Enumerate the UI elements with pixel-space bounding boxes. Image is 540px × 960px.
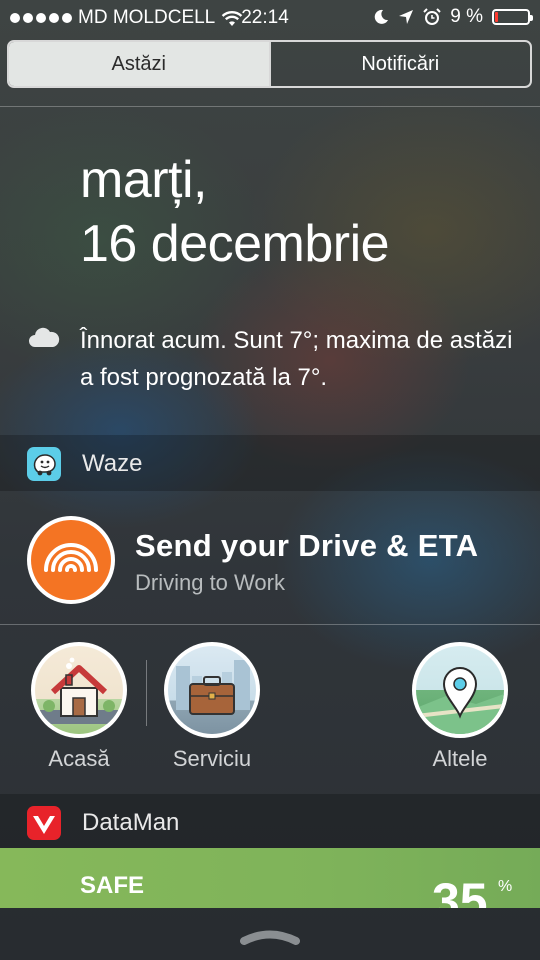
broadcast-icon	[44, 543, 98, 572]
dataman-widget-title: DataMan	[82, 809, 180, 836]
status-time: 22:14	[241, 7, 289, 28]
place-work-label: Serviciu	[172, 746, 252, 771]
send-drive-subtitle: Driving to Work	[135, 570, 285, 595]
house-icon	[39, 657, 119, 724]
place-other-label: Altele	[432, 746, 488, 771]
divider	[0, 624, 540, 625]
dataman-widget-header[interactable]: DataMan	[0, 794, 540, 850]
date-label: 16 decembrie	[80, 215, 390, 273]
place-home-label: Acasă	[48, 746, 110, 771]
waze-widget-header[interactable]: Waze	[0, 435, 540, 491]
data-usage-bar[interactable]: SAFE 35 %	[0, 848, 540, 908]
data-status-label: SAFE	[80, 872, 145, 899]
briefcase-icon	[176, 660, 250, 715]
battery-icon	[492, 9, 533, 25]
status-bar: MD MOLDCELL 22:14 9 %	[0, 0, 540, 36]
notification-center-footer	[0, 908, 540, 960]
data-usage-percent-sign: %	[498, 878, 513, 895]
moon-icon	[374, 9, 389, 24]
send-drive-button[interactable]	[27, 516, 115, 604]
battery-percent: 9 %	[450, 6, 483, 27]
grabber-handle-icon[interactable]	[240, 928, 300, 946]
weekday-label: marți,	[80, 151, 208, 209]
tab-today[interactable]: Astăzi	[9, 42, 269, 86]
divider	[0, 106, 540, 107]
cloud-icon	[29, 327, 60, 347]
weather-summary: Înnorat acum. Sunt 7°; maxima de astăzi …	[80, 327, 513, 391]
map-pin-icon	[416, 667, 504, 734]
location-arrow-icon	[399, 10, 414, 24]
waze-app-icon	[27, 447, 61, 481]
divider	[146, 660, 147, 726]
place-work-button[interactable]	[164, 642, 260, 738]
waze-widget-title: Waze	[82, 450, 143, 477]
place-home-button[interactable]	[31, 642, 127, 738]
tab-notifications[interactable]: Notificări	[268, 42, 531, 86]
alarm-icon	[423, 8, 441, 25]
data-usage-percent: 35	[432, 873, 488, 908]
place-other-button[interactable]	[412, 642, 508, 738]
segmented-control: Astăzi Notificări	[7, 40, 532, 88]
dataman-app-icon	[27, 806, 61, 840]
send-drive-title[interactable]: Send your Drive & ETA	[135, 528, 478, 564]
